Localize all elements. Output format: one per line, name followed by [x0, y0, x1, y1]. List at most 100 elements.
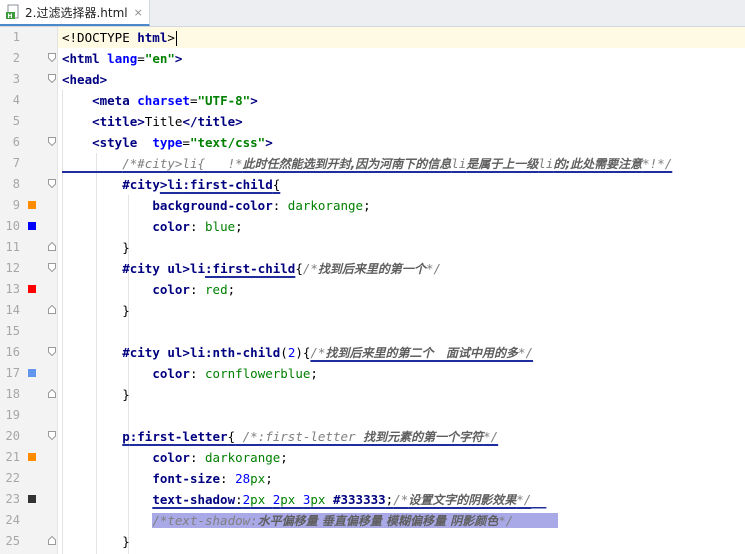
fold-icon[interactable]	[48, 536, 56, 545]
css-value: cornflowerblue	[205, 366, 311, 381]
line-number: 10	[5, 219, 20, 233]
code-line: 22 font-size: 28px;	[0, 468, 745, 489]
semicolon: ;	[280, 450, 288, 465]
tab-title: 2.过滤选择器.html	[25, 5, 128, 20]
fold-icon[interactable]	[48, 263, 56, 272]
colon: :	[272, 198, 288, 213]
code-line: 25 }	[0, 531, 745, 552]
fold-icon[interactable]	[48, 431, 56, 440]
css-number: 28	[235, 471, 251, 486]
editor-tab-bar: H 2.过滤选择器.html ×	[0, 0, 745, 27]
code-line: 11 }	[0, 237, 745, 258]
code-line: 19	[0, 405, 745, 426]
color-swatch[interactable]	[28, 495, 36, 503]
line-number: 21	[5, 450, 20, 464]
css-unit: px	[250, 471, 266, 486]
line-number: 9	[12, 198, 20, 212]
css-pseudo: :first-letter	[129, 429, 228, 444]
colon: :	[220, 471, 236, 486]
fold-icon[interactable]	[48, 53, 56, 62]
code-line: 15	[0, 321, 745, 342]
css-pseudo: :first-child	[205, 261, 296, 276]
semicolon: ;	[235, 219, 243, 234]
doctype-close: >	[167, 30, 175, 45]
color-swatch[interactable]	[28, 285, 36, 293]
css-selector: #city	[122, 345, 160, 360]
tab-file[interactable]: H 2.过滤选择器.html ×	[0, 0, 150, 26]
comment: */	[425, 261, 441, 276]
line-number: 24	[5, 513, 20, 527]
html-file-icon: H	[6, 4, 20, 20]
semicolon: ;	[310, 366, 318, 381]
color-swatch[interactable]	[28, 369, 36, 377]
line-number: 15	[5, 324, 20, 338]
line-number: 5	[12, 114, 20, 128]
css-selector: >li	[159, 177, 183, 192]
code-line: 1 <!DOCTYPE html>	[0, 27, 745, 48]
brace: }	[122, 534, 130, 549]
fold-icon[interactable]	[48, 242, 56, 251]
code-line: 8 #city>li:first-child{	[0, 174, 745, 195]
code-line: 18 }	[0, 384, 745, 405]
colon: :	[189, 282, 206, 297]
css-unit: px	[250, 492, 273, 507]
line-number: 4	[12, 93, 20, 107]
css-pseudo: :first-child	[182, 177, 273, 192]
comment: /*#city>li{ !*	[122, 156, 243, 171]
tag: <title>	[92, 114, 145, 129]
attr-name: type	[137, 135, 183, 150]
code-line: 6 <style type="text/css">	[0, 132, 745, 153]
code-editor[interactable]: 1 <!DOCTYPE html> 2 <html lang="en"> 3 <…	[0, 27, 745, 554]
color-swatch[interactable]	[28, 453, 36, 461]
code-line: 21 color: darkorange;	[0, 447, 745, 468]
line-number: 23	[5, 492, 20, 506]
line-number: 1	[12, 30, 20, 44]
css-value: red	[205, 282, 228, 297]
close-icon[interactable]: ×	[134, 6, 143, 19]
code-line: 2 <html lang="en">	[0, 48, 745, 69]
comment: /*	[310, 345, 326, 360]
css-color-value: #333333	[332, 492, 386, 507]
equals: =	[189, 93, 198, 108]
css-property: color	[152, 219, 190, 234]
colon: :	[189, 366, 206, 381]
line-number: 17	[5, 366, 20, 380]
tag-close: </title>	[182, 114, 243, 129]
fold-icon[interactable]	[48, 347, 56, 356]
comment: /*:first-letter	[235, 429, 364, 444]
semicolon: ;	[227, 282, 236, 297]
line-number: 8	[12, 177, 20, 191]
code-line: 23 text-shadow:2px 2px 3px #333333;/*设置文…	[0, 489, 745, 510]
comment: li	[538, 156, 554, 171]
code-line: 16 #city ul>li:nth-child(2){/*找到后来里的第二个 …	[0, 342, 745, 363]
fold-icon[interactable]	[48, 74, 56, 83]
comment-text: 找到后来里的第一个	[317, 262, 426, 276]
fold-icon[interactable]	[48, 305, 56, 314]
css-property: font-size	[152, 471, 221, 486]
code-line: 17 color: cornflowerblue;	[0, 363, 745, 384]
fold-icon[interactable]	[48, 137, 56, 146]
color-swatch[interactable]	[28, 222, 36, 230]
line-number: 19	[5, 408, 20, 422]
line-number: 16	[5, 345, 20, 359]
comment-text: 找到元素的第一个字符	[363, 430, 484, 444]
fold-icon[interactable]	[48, 179, 56, 188]
code-line: 3 <head>	[0, 69, 745, 90]
attr-value: "text/css"	[189, 135, 266, 150]
svg-text:H: H	[8, 13, 13, 20]
code-line: 20 p:first-letter{ /*:first-letter 找到元素的…	[0, 426, 745, 447]
css-property: background-color	[152, 198, 273, 213]
code-line: 24 /*text-shadow:水平偏移量 垂直偏移量 模糊偏移量 阴影颜色*…	[0, 510, 745, 531]
line-number: 11	[5, 240, 20, 254]
colon: :	[189, 219, 206, 234]
css-selector: ul>li	[159, 261, 206, 276]
color-swatch[interactable]	[28, 201, 36, 209]
selected-text[interactable]: /*text-shadow:水平偏移量 垂直偏移量 模糊偏移量 阴影颜色*/	[152, 513, 559, 528]
css-property: color	[152, 450, 190, 465]
comment: */	[518, 345, 534, 360]
tag: <meta	[92, 93, 130, 108]
fold-icon[interactable]	[48, 389, 56, 398]
tag-close: >	[265, 135, 273, 150]
line-number: 12	[5, 261, 20, 275]
comment-text: 水平偏移量 垂直偏移量 模糊偏移量 阴影颜色	[257, 514, 499, 528]
